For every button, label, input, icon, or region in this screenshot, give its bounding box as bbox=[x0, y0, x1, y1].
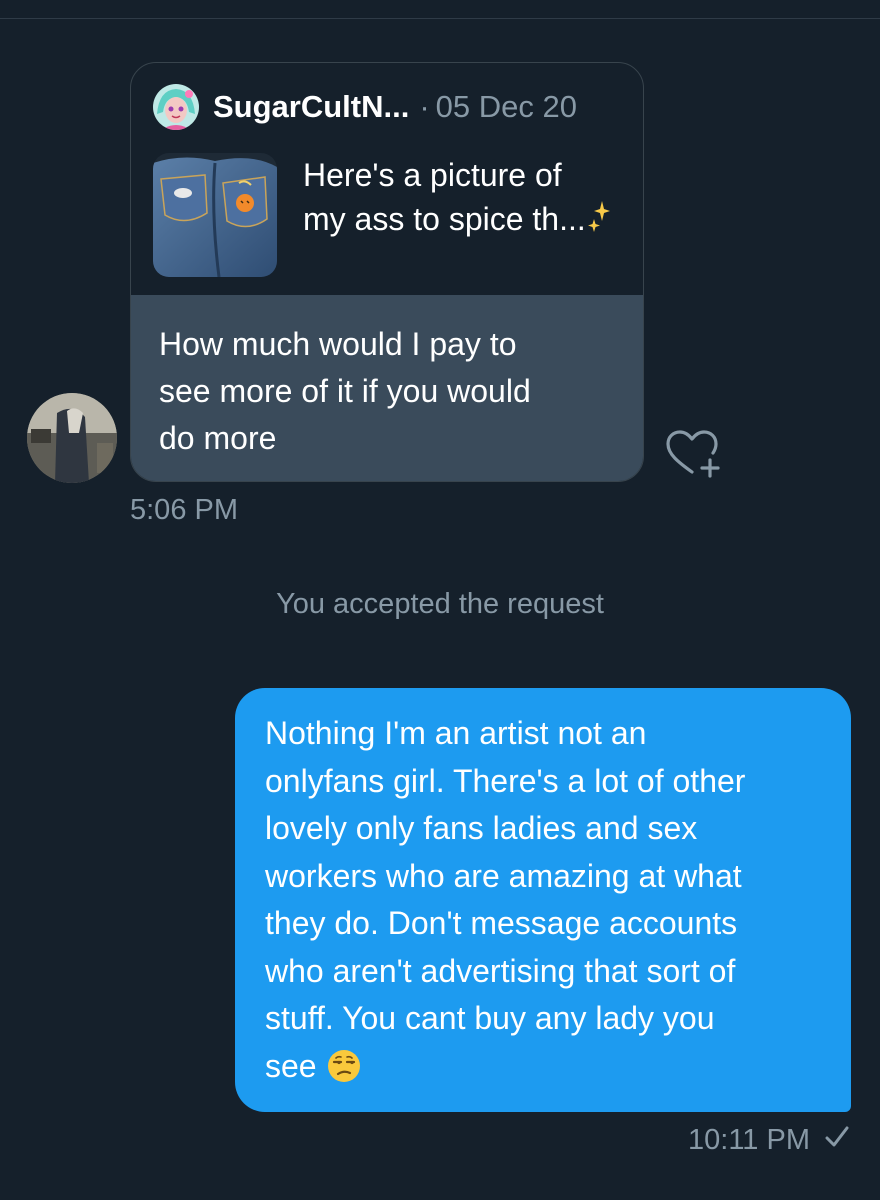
unamused-face-icon bbox=[327, 1049, 361, 1097]
outgoing-message-line: workers who are amazing at what bbox=[265, 857, 742, 894]
quoted-author-avatar bbox=[153, 84, 199, 130]
quoted-tweet-header: SugarCultN... · 05 Dec 20 bbox=[153, 84, 577, 130]
outgoing-message-line: see bbox=[265, 1047, 317, 1084]
sender-avatar[interactable] bbox=[27, 393, 117, 483]
incoming-message-time: 5:06 PM bbox=[130, 494, 238, 526]
header-separator: · bbox=[419, 89, 430, 124]
quoted-author-name[interactable]: SugarCultN... bbox=[213, 89, 409, 125]
incoming-message-line: do more bbox=[159, 420, 277, 456]
quoted-text-line-with-icon: my ass to spice th... bbox=[303, 197, 633, 244]
outgoing-message-status: 10:11 PM bbox=[688, 1124, 850, 1157]
system-message: You accepted the request bbox=[276, 588, 604, 620]
quoted-text-line: my ass to spice th... bbox=[303, 201, 586, 237]
photo-thumbnail[interactable] bbox=[153, 153, 277, 277]
outgoing-message-time: 10:11 PM bbox=[688, 1124, 810, 1156]
quoted-tweet-date: 05 Dec 20 bbox=[435, 89, 577, 124]
incoming-message-bubble[interactable]: How much would I pay to see more of it i… bbox=[131, 295, 643, 481]
outgoing-message-line: stuff. You cant buy any lady you bbox=[265, 1000, 715, 1036]
quoted-text-line: Here's a picture of bbox=[303, 157, 562, 193]
checkmark-icon bbox=[824, 1124, 850, 1157]
heart-plus-icon bbox=[666, 430, 720, 478]
outgoing-message-line: lovely only fans ladies and sex bbox=[265, 810, 698, 846]
incoming-message-line: How much would I pay to bbox=[159, 326, 517, 362]
outgoing-message-line: onlyfans girl. There's a lot of other bbox=[265, 762, 746, 799]
outgoing-message-line: who aren't advertising that sort of bbox=[265, 952, 736, 989]
quoted-tweet-text: Here's a picture of my ass to spice th..… bbox=[303, 153, 633, 244]
add-reaction-button[interactable] bbox=[664, 428, 724, 480]
outgoing-message-line: they do. Don't message accounts bbox=[265, 905, 738, 941]
sparkles-icon bbox=[587, 199, 610, 244]
outgoing-message-bubble[interactable]: Nothing I'm an artist not an onlyfans gi… bbox=[235, 688, 851, 1112]
outgoing-message-line: Nothing I'm an artist not an bbox=[265, 715, 647, 751]
outgoing-message-last-line: see bbox=[265, 1043, 831, 1097]
top-divider bbox=[0, 18, 880, 19]
quoted-tweet-card[interactable]: SugarCultN... · 05 Dec 20 Here's a pictu… bbox=[130, 62, 644, 482]
incoming-message-line: see more of it if you would bbox=[159, 373, 531, 409]
